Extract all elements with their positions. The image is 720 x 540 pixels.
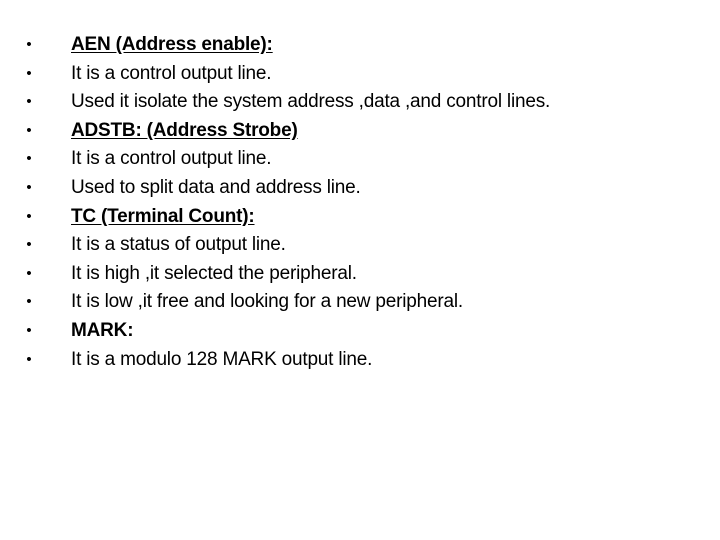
bullet-icon: •	[26, 36, 32, 53]
bullet-icon: •	[26, 264, 32, 282]
list-item: • It is a status of output line.	[22, 231, 712, 260]
list-item: • ADSTB: (Address Strobe)	[22, 117, 712, 146]
item-text: It is a control output line.	[71, 148, 272, 170]
list-item: • MARK:	[22, 317, 712, 346]
list-item: • AEN (Address enable):	[22, 31, 712, 60]
item-text: It is low ,it free and looking for a new…	[71, 291, 463, 313]
bullet-icon: •	[26, 150, 32, 168]
item-text: It is a status of output line.	[71, 234, 286, 256]
bullet-icon: •	[26, 178, 32, 196]
list-item: • It is a control output line.	[22, 60, 712, 89]
list-item: • It is a modulo 128 MARK output line.	[22, 346, 712, 375]
list-item: • It is low ,it free and looking for a ne…	[22, 288, 712, 317]
bullet-icon: •	[26, 236, 32, 254]
list-item: • TC (Terminal Count):	[22, 203, 712, 232]
list-item: • It is high ,it selected the peripheral.	[22, 260, 712, 289]
item-text: It is high ,it selected the peripheral.	[71, 262, 357, 284]
item-text: It is a modulo 128 MARK output line.	[71, 348, 373, 370]
bullet-icon: •	[26, 350, 32, 368]
heading-tc: TC (Terminal Count):	[71, 205, 255, 227]
item-text: Used to split data and address line.	[71, 176, 361, 198]
heading-adstb: ADSTB: (Address Strobe)	[71, 119, 298, 141]
bullet-icon: •	[26, 93, 32, 111]
bullet-icon: •	[26, 321, 32, 339]
item-text: It is a control output line.	[71, 62, 272, 84]
bullet-icon: •	[26, 64, 32, 82]
heading-aen: AEN (Address enable):	[71, 34, 273, 55]
list-item: • Used it isolate the system address ,dat…	[22, 88, 712, 117]
slide: • AEN (Address enable): • It is a control …	[0, 0, 720, 540]
list-item: • Used to split data and address line.	[22, 174, 712, 203]
bullet-icon: •	[26, 207, 32, 225]
heading-mark: MARK:	[71, 319, 134, 341]
list-item: • It is a control output line.	[22, 145, 712, 174]
bullet-list: • AEN (Address enable): • It is a control …	[22, 31, 712, 374]
bullet-icon: •	[26, 293, 32, 311]
item-text: Used it isolate the system address ,data…	[71, 91, 551, 113]
bullet-icon: •	[26, 121, 32, 139]
